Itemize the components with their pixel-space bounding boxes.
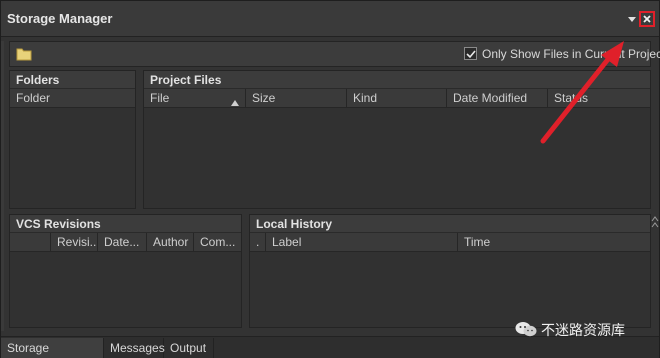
title-bar: Storage Manager xyxy=(1,1,659,37)
left-dock-edge xyxy=(1,41,4,331)
column-kind[interactable]: Kind xyxy=(346,89,448,108)
column-date[interactable]: Date... xyxy=(97,233,147,252)
column-label[interactable]: Label xyxy=(265,233,458,252)
column-vcs-status[interactable] xyxy=(10,233,51,252)
folders-panel: Folders Folder xyxy=(9,70,136,209)
folders-panel-title: Folders xyxy=(10,71,135,89)
column-time[interactable]: Time xyxy=(457,233,650,252)
local-history-column-header: . Label Time xyxy=(250,233,650,252)
sort-ascending-icon xyxy=(231,95,239,106)
tab-storage-manager[interactable]: Storage Manager xyxy=(1,338,104,358)
panel-menu-dropdown-icon[interactable] xyxy=(627,13,637,23)
project-files-column-header: File Size Kind Date Modified Status xyxy=(144,89,650,108)
local-history-panel: Local History . Label Time xyxy=(249,214,651,328)
vcs-revisions-panel-title: VCS Revisions xyxy=(10,215,241,233)
tab-messages[interactable]: Messages xyxy=(104,338,165,358)
close-button[interactable] xyxy=(639,11,655,27)
resize-grip-icon[interactable] xyxy=(651,215,659,229)
only-show-files-label: Only Show Files in Current Project xyxy=(482,47,660,61)
project-files-list[interactable] xyxy=(144,108,650,208)
vcs-column-header: Revisi... Date... Author Com... xyxy=(10,233,241,252)
tab-output[interactable]: Output xyxy=(164,338,214,358)
column-revision[interactable]: Revisi... xyxy=(50,233,98,252)
folders-list[interactable] xyxy=(10,108,135,208)
folder-icon[interactable] xyxy=(16,47,32,61)
window-title: Storage Manager xyxy=(7,11,113,26)
vcs-revisions-panel: VCS Revisions Revisi... Date... Author C… xyxy=(9,214,242,328)
vcs-revisions-list[interactable] xyxy=(10,252,241,327)
project-files-panel: Project Files File Size Kind Date Modifi… xyxy=(143,70,651,209)
column-comment[interactable]: Com... xyxy=(193,233,241,252)
column-author[interactable]: Author xyxy=(146,233,194,252)
wechat-icon xyxy=(515,321,537,337)
folders-column-header: Folder xyxy=(10,89,135,108)
column-status[interactable]: Status xyxy=(547,89,650,108)
close-icon xyxy=(643,15,651,23)
column-date-modified[interactable]: Date Modified xyxy=(446,89,548,108)
column-folder[interactable]: Folder xyxy=(10,89,135,108)
project-files-panel-title: Project Files xyxy=(144,71,650,89)
toolbar: Only Show Files in Current Project xyxy=(9,41,660,67)
watermark-text: 不迷路资源库 xyxy=(541,323,625,339)
column-size[interactable]: Size xyxy=(245,89,347,108)
only-show-files-checkbox[interactable] xyxy=(464,47,477,60)
checkmark-icon xyxy=(466,50,476,59)
storage-manager-window: Storage Manager Only Show Files in Curre… xyxy=(0,0,660,358)
column-local-status[interactable]: . xyxy=(250,233,266,252)
local-history-list[interactable] xyxy=(250,252,650,327)
local-history-panel-title: Local History xyxy=(250,215,650,233)
